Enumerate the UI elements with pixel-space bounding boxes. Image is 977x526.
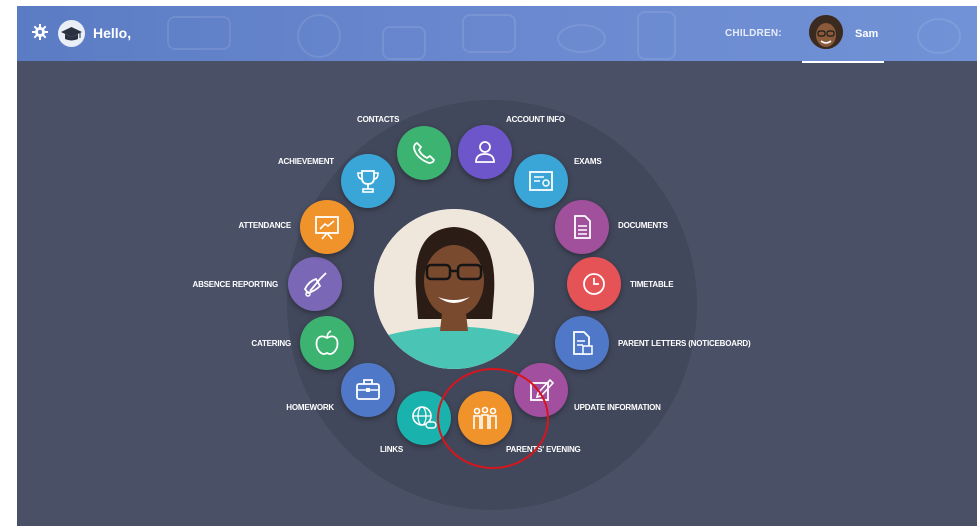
- apple-icon: [315, 330, 339, 355]
- homework-button[interactable]: [341, 363, 395, 417]
- gear-icon[interactable]: [32, 24, 48, 40]
- homework-label[interactable]: HOMEWORK: [244, 403, 334, 412]
- update-information-label[interactable]: UPDATE INFORMATION: [574, 403, 661, 412]
- trophy-icon: [357, 170, 379, 193]
- contacts-button[interactable]: [397, 126, 451, 180]
- achievement-label[interactable]: ACHIEVEMENT: [244, 157, 334, 166]
- absence-reporting-button[interactable]: [288, 257, 342, 311]
- top-header: Hello, CHILDREN: Sam: [17, 6, 977, 63]
- header-doodle: [557, 24, 606, 53]
- phone-icon: [413, 142, 435, 164]
- briefcase-icon: [356, 379, 380, 400]
- attendance-button[interactable]: [300, 200, 354, 254]
- people-icon: [473, 406, 497, 429]
- header-doodle: [462, 14, 516, 53]
- header-doodle: [382, 26, 426, 60]
- update-information-button[interactable]: [514, 363, 568, 417]
- letter-icon: [573, 331, 593, 355]
- presentation-chart-icon: [315, 216, 339, 240]
- links-label[interactable]: LINKS: [361, 445, 403, 454]
- documents-button[interactable]: [555, 200, 609, 254]
- achievement-button[interactable]: [341, 154, 395, 208]
- certificate-icon: [529, 171, 553, 191]
- header-doodle: [637, 11, 676, 60]
- exams-label[interactable]: EXAMS: [574, 157, 602, 166]
- greeting-text: Hello,: [93, 25, 132, 41]
- bell-icon: [303, 272, 327, 297]
- attendance-label[interactable]: ATTENDANCE: [201, 221, 291, 230]
- timetable-button[interactable]: [567, 257, 621, 311]
- student-photo: [374, 209, 534, 369]
- links-button[interactable]: [397, 391, 451, 445]
- header-doodle: [167, 16, 231, 50]
- parents-evening-button[interactable]: [458, 391, 512, 445]
- header-doodle: [297, 14, 341, 58]
- graduation-cap-icon[interactable]: [58, 20, 85, 47]
- children-label: CHILDREN:: [725, 28, 782, 39]
- absence-reporting-label[interactable]: ABSENCE REPORTING: [167, 280, 279, 289]
- account-info-label[interactable]: ACCOUNT INFO: [506, 115, 565, 124]
- app-frame: Hello, CHILDREN: Sam CONTACTS ACCOUNT IN…: [17, 6, 977, 526]
- contacts-label[interactable]: CONTACTS: [357, 115, 399, 124]
- clock-icon: [583, 273, 605, 295]
- account-info-button[interactable]: [458, 125, 512, 179]
- catering-button[interactable]: [300, 316, 354, 370]
- exams-button[interactable]: [514, 154, 568, 208]
- document-icon: [574, 215, 591, 239]
- header-doodle: [917, 18, 961, 54]
- parent-letters-label[interactable]: PARENT LETTERS (NOTICEBOARD): [618, 339, 751, 348]
- catering-label[interactable]: CATERING: [201, 339, 291, 348]
- child-name[interactable]: Sam: [855, 28, 878, 40]
- timetable-label[interactable]: TIMETABLE: [630, 280, 674, 289]
- parent-letters-button[interactable]: [555, 316, 609, 370]
- user-icon: [475, 141, 495, 163]
- globe-link-icon: [412, 406, 437, 429]
- documents-label[interactable]: DOCUMENTS: [618, 221, 668, 230]
- child-avatar[interactable]: [809, 15, 843, 49]
- edit-icon: [530, 378, 555, 401]
- parents-evening-label[interactable]: PARENTS' EVENING: [506, 445, 581, 454]
